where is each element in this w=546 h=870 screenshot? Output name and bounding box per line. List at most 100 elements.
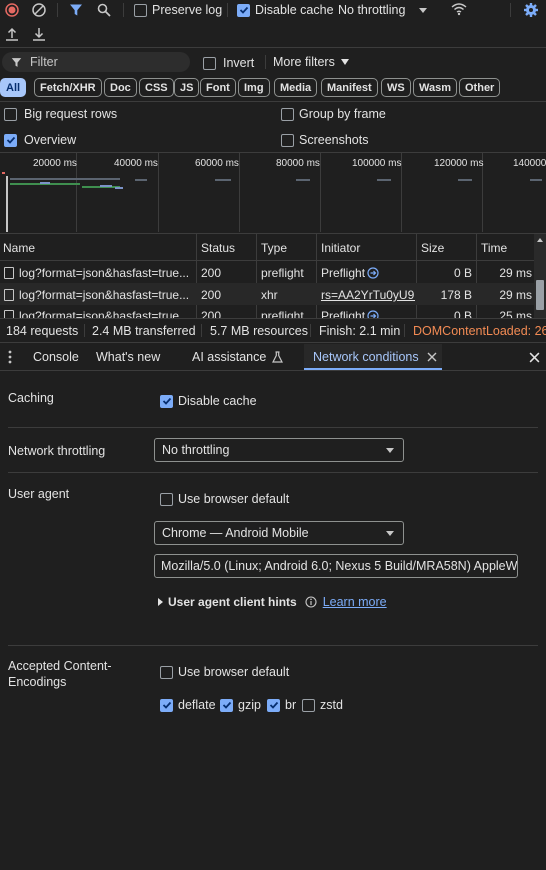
type-filter-ws[interactable]: WS xyxy=(381,78,411,97)
type-filter-other[interactable]: Other xyxy=(459,78,501,97)
overview-bar xyxy=(530,179,542,181)
import-har-icon[interactable] xyxy=(4,26,20,42)
tab-network-conditions[interactable]: Network conditions xyxy=(313,350,437,364)
encoding-gzip-checkbox[interactable]: gzip xyxy=(220,698,261,712)
network-throttling-select[interactable]: No throttling xyxy=(154,438,404,462)
nc-disable-cache-checkbox[interactable]: Disable cache xyxy=(160,394,257,408)
type-filter-all[interactable]: All xyxy=(0,78,27,97)
caret-down-icon xyxy=(386,531,394,536)
record-icon[interactable] xyxy=(4,2,20,18)
type-filter-doc[interactable]: Doc xyxy=(104,78,137,97)
type-filter-font[interactable]: Font xyxy=(200,78,236,97)
encoding-deflate-checkbox[interactable]: deflate xyxy=(160,698,216,712)
type-filter-fetch-xhr[interactable]: Fetch/XHR xyxy=(34,78,102,97)
flask-icon xyxy=(271,351,283,363)
type-filter-css[interactable]: CSS xyxy=(139,78,174,97)
request-initiator: Preflight xyxy=(321,266,379,280)
screenshots-checkbox[interactable]: Screenshots xyxy=(281,133,368,147)
clear-icon[interactable] xyxy=(31,2,47,18)
search-icon[interactable] xyxy=(96,2,112,18)
column-header-type[interactable]: Type xyxy=(261,241,287,255)
network-throttling-label: Network throttling xyxy=(8,444,106,458)
ua-browser-default-check[interactable] xyxy=(160,492,173,506)
type-filter-img[interactable]: Img xyxy=(238,78,270,97)
encodings-browser-default-checkbox[interactable]: Use browser default xyxy=(160,665,289,679)
resources-size: 5.7 MB resources xyxy=(210,323,308,338)
encoding-zstd-check[interactable] xyxy=(302,698,315,712)
tab-whats-new[interactable]: What's new xyxy=(96,350,160,364)
ua-client-hints-toggle[interactable]: User agent client hints Learn more xyxy=(158,595,387,609)
disable-cache-checkbox[interactable]: Disable cache xyxy=(237,3,334,17)
tab-console[interactable]: Console xyxy=(33,350,79,364)
learn-more-link[interactable]: Learn more xyxy=(323,595,387,609)
table-scrollbar[interactable] xyxy=(534,234,546,318)
network-throttling-value: No throttling xyxy=(162,443,230,457)
request-status: 200 xyxy=(201,266,222,280)
column-header-status[interactable]: Status xyxy=(201,241,235,255)
type-filter-wasm[interactable]: Wasm xyxy=(413,78,457,97)
request-size: 0 B xyxy=(453,266,472,280)
nc-disable-cache-check[interactable] xyxy=(160,394,173,408)
timeline-tick-label: 80000 ms xyxy=(276,158,320,169)
request-initiator-link[interactable]: rs=AA2YrTu0yU9R xyxy=(321,288,415,302)
timeline-tick-label: 120000 ms xyxy=(434,158,484,169)
finish-time: Finish: 2.1 min xyxy=(319,323,401,338)
invert-check[interactable] xyxy=(203,56,216,70)
encoding-br-check[interactable] xyxy=(267,698,280,712)
column-header-size[interactable]: Size xyxy=(421,241,444,255)
encodings-browser-default-check[interactable] xyxy=(160,665,173,679)
overview-bar xyxy=(377,179,391,181)
type-filter-js[interactable]: JS xyxy=(174,78,200,97)
filter-funnel-icon[interactable] xyxy=(68,2,84,18)
screenshots-check[interactable] xyxy=(281,133,294,147)
ua-browser-default-label: Use browser default xyxy=(178,492,290,506)
encoding-deflate-check[interactable] xyxy=(160,698,173,712)
overview-checkbox[interactable]: Overview xyxy=(4,133,76,147)
request-name: log?format=json&hasfast=true... xyxy=(19,288,190,302)
info-icon[interactable] xyxy=(305,596,318,609)
invert-checkbox[interactable]: Invert xyxy=(203,56,254,70)
overview-bar xyxy=(100,185,112,187)
encoding-br-checkbox[interactable]: br xyxy=(267,698,296,712)
throttling-select[interactable]: No throttling xyxy=(338,3,428,17)
big-request-rows-check[interactable] xyxy=(4,107,17,121)
overview-bar xyxy=(2,172,5,174)
big-request-rows-checkbox[interactable]: Big request rows xyxy=(4,107,117,121)
scroll-up-arrow[interactable] xyxy=(537,238,543,242)
request-name[interactable]: log?format=json&hasfast=true... xyxy=(19,309,195,318)
export-har-icon[interactable] xyxy=(31,26,47,42)
filter-input-box[interactable]: Filter xyxy=(2,52,190,72)
tab-ai-assistance[interactable]: AI assistance xyxy=(192,350,283,364)
user-agent-preset-select[interactable]: Chrome — Android Mobile xyxy=(154,521,404,545)
request-status: 200 xyxy=(201,309,222,318)
preserve-log-checkbox[interactable]: Preserve log xyxy=(134,3,222,17)
preflight-icon[interactable] xyxy=(367,267,379,279)
overview-bar xyxy=(10,178,120,180)
column-header-initiator[interactable]: Initiator xyxy=(321,241,360,255)
accepted-encodings-label: Accepted Content- Encodings xyxy=(8,658,112,690)
transferred-size: 2.4 MB transferred xyxy=(92,323,196,338)
column-header-time[interactable]: Time xyxy=(481,241,507,255)
wifi-settings-icon[interactable] xyxy=(450,1,468,17)
preserve-log-check[interactable] xyxy=(134,3,147,17)
encoding-zstd-checkbox[interactable]: zstd xyxy=(302,698,343,712)
more-filters-dropdown[interactable]: More filters xyxy=(273,55,349,69)
group-by-frame-check[interactable] xyxy=(281,107,294,121)
encoding-gzip-check[interactable] xyxy=(220,698,233,712)
drawer-menu-icon[interactable] xyxy=(8,350,12,364)
scrollbar-thumb[interactable] xyxy=(536,280,544,310)
timeline-tick-label: 140000 xyxy=(513,158,546,169)
group-by-frame-checkbox[interactable]: Group by frame xyxy=(281,107,386,121)
type-filter-manifest[interactable]: Manifest xyxy=(321,78,378,97)
close-drawer-icon[interactable] xyxy=(528,351,540,363)
user-agent-string-input[interactable]: Mozilla/5.0 (Linux; Android 6.0; Nexus 5… xyxy=(154,554,518,578)
encoding-deflate-label: deflate xyxy=(178,698,216,712)
column-header-name[interactable]: Name xyxy=(3,241,35,255)
type-filter-media[interactable]: Media xyxy=(274,78,318,97)
ua-browser-default-checkbox[interactable]: Use browser default xyxy=(160,492,289,506)
close-tab-icon[interactable] xyxy=(427,352,437,362)
timeline-tick-label: 60000 ms xyxy=(195,158,239,169)
overview-check[interactable] xyxy=(4,133,17,147)
gear-icon[interactable] xyxy=(522,1,540,19)
disable-cache-check[interactable] xyxy=(237,3,250,17)
